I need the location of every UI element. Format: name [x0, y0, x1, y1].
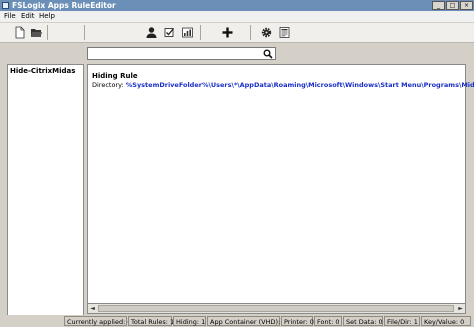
close-button[interactable]: ×	[460, 1, 473, 10]
maximize-button[interactable]: □	[446, 1, 459, 10]
rule-entry[interactable]: Directory: %SystemDriveFolder%\Users\*\A…	[92, 81, 474, 89]
app-icon	[2, 2, 9, 9]
menu-help[interactable]: Help	[39, 12, 55, 20]
gear-icon[interactable]	[260, 26, 273, 39]
toolbar-separator	[250, 25, 251, 40]
menu-edit[interactable]: Edit	[21, 12, 35, 20]
menu-bar: File Edit Help	[0, 11, 474, 22]
toolbar-separator	[200, 25, 201, 40]
search-field[interactable]	[87, 47, 276, 60]
rule-set-list: Hide-CitrixMidas	[7, 64, 84, 317]
title-bar: FSLogix Apps RuleEditor _ □ ×	[0, 0, 474, 11]
properties-icon[interactable]	[278, 26, 291, 39]
search-input[interactable]	[88, 48, 260, 59]
scroll-right-icon[interactable]: ►	[456, 305, 465, 313]
rule-set-item[interactable]: Hide-CitrixMidas	[10, 67, 75, 75]
rule-type-label: Directory:	[92, 81, 126, 89]
status-bar: Currently applied: 0 Total Rules: 1 Hidi…	[0, 315, 474, 327]
scroll-left-icon[interactable]: ◄	[88, 305, 97, 313]
status-app-container: App Container (VHD): 0	[207, 316, 286, 326]
status-set-data: Set Data: 0	[343, 316, 383, 326]
rule-details-panel: Hiding Rule Directory: %SystemDriveFolde…	[87, 64, 474, 314]
rule-heading[interactable]: Hiding Rule	[92, 72, 138, 80]
scrollbar-thumb[interactable]	[98, 305, 454, 312]
status-printer: Printer: 0	[281, 316, 314, 326]
search-icon[interactable]	[263, 49, 273, 59]
minimize-button[interactable]: _	[432, 1, 445, 10]
status-currently-applied: Currently applied: 0	[64, 316, 132, 326]
toolbar	[0, 23, 474, 43]
menu-file[interactable]: File	[4, 12, 16, 20]
status-key-value: Key/Value: 0	[421, 316, 471, 326]
toolbar-separator	[47, 25, 48, 40]
status-hiding: Hiding: 1	[173, 316, 206, 326]
status-file-dir: File/Dir: 1	[384, 316, 420, 326]
open-folder-icon[interactable]	[30, 26, 43, 39]
status-total-rules: Total Rules: 1	[128, 316, 174, 326]
new-file-icon[interactable]	[13, 26, 26, 39]
checkbox-icon[interactable]	[163, 26, 176, 39]
toolbar-separator	[84, 25, 85, 40]
user-icon[interactable]	[145, 26, 158, 39]
window-title: FSLogix Apps RuleEditor	[12, 1, 116, 10]
chart-icon[interactable]	[181, 26, 194, 39]
horizontal-scrollbar[interactable]: ◄ ►	[87, 303, 466, 314]
add-icon[interactable]	[221, 26, 234, 39]
rule-path: %SystemDriveFolder%\Users\*\AppData\Roam…	[125, 81, 474, 89]
status-font: Font: 0	[314, 316, 342, 326]
